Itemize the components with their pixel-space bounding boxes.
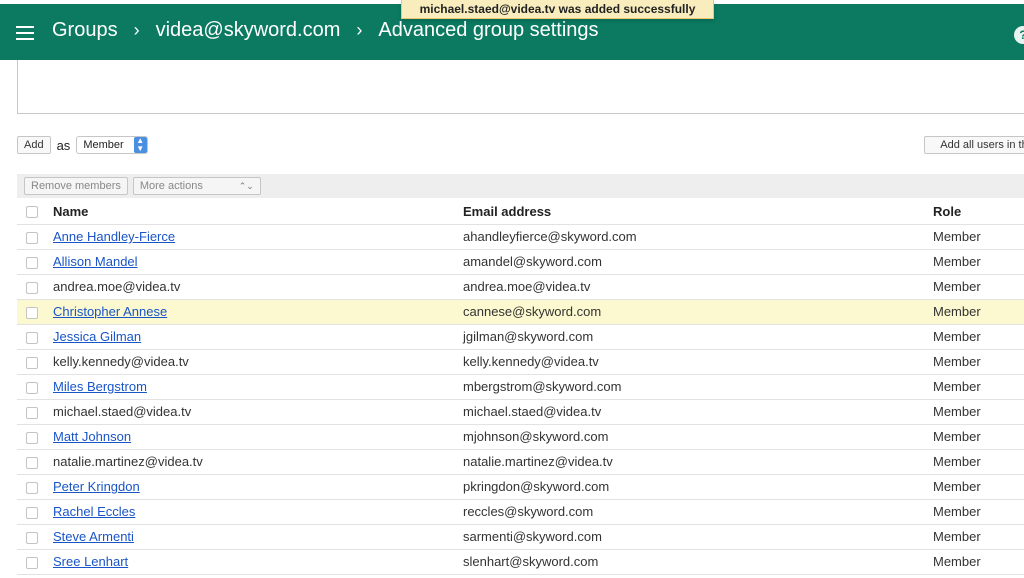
member-email: jgilman@skyword.com [463,324,933,350]
breadcrumb-separator: › [356,20,363,40]
table-row[interactable]: Allison Mandel amandel@skyword.com Member [17,249,1024,275]
row-checkbox[interactable] [26,306,38,319]
add-button[interactable]: Add [17,136,51,154]
member-role[interactable]: Member [933,224,1024,250]
role-select[interactable]: Member ▲ ▼ [76,136,148,154]
updown-arrows-icon: ⌃⌄ [238,181,254,191]
members-toolbar: Remove members More actions ⌃⌄ [17,174,1024,198]
breadcrumb: Groups › videa@skyword.com › Advanced gr… [52,19,599,42]
table-row[interactable]: Sree Lenhart slenhart@skyword.com Member [17,549,1024,575]
member-name: natalie.martinez@videa.tv [53,454,203,469]
table-row[interactable]: andrea.moe@videa.tv andrea.moe@videa.tv Me… [17,274,1024,300]
member-email: sarmenti@skyword.com [463,524,933,550]
row-checkbox[interactable] [26,431,38,444]
member-email: natalie.martinez@videa.tv [463,449,933,475]
breadcrumb-current-page: Advanced group settings [378,19,599,41]
breadcrumb-group-email[interactable]: videa@skyword.com [156,19,341,42]
member-email: reccles@skyword.com [463,499,933,525]
member-email: slenhart@skyword.com [463,549,933,575]
member-name-link[interactable]: Allison Mandel [53,254,138,269]
member-role[interactable]: Member [933,399,1024,425]
table-row[interactable]: Christopher Annese cannese@skyword.com Mem… [17,299,1024,325]
member-name-link[interactable]: Anne Handley-Fierce [53,229,175,244]
member-role[interactable]: Member [933,449,1024,475]
row-checkbox[interactable] [26,381,38,394]
remove-members-button[interactable]: Remove members [24,177,128,195]
member-name-link[interactable]: Steve Armenti [53,529,134,544]
success-toast: michael.staed@videa.tv was added success… [401,0,714,19]
table-row[interactable]: natalie.martinez@videa.tv natalie.martine… [17,449,1024,475]
member-name-link[interactable]: Peter Kringdon [53,479,140,494]
row-checkbox[interactable] [26,481,38,494]
member-name: kelly.kennedy@videa.tv [53,354,189,369]
row-checkbox[interactable] [26,531,38,544]
member-name: michael.staed@videa.tv [53,404,192,419]
member-email: andrea.moe@videa.tv [463,274,933,300]
role-select-value: Member [83,139,124,151]
column-header-email[interactable]: Email address [463,199,933,225]
select-arrows-icon: ▲ ▼ [133,137,147,153]
row-checkbox[interactable] [26,356,38,369]
member-name-link[interactable]: Sree Lenhart [53,554,128,569]
table-row[interactable]: Rachel Eccles reccles@skyword.com Member [17,499,1024,525]
member-email: pkringdon@skyword.com [463,474,933,500]
column-header-role[interactable]: Role [933,199,1024,225]
row-checkbox[interactable] [26,281,38,294]
member-role[interactable]: Member [933,524,1024,550]
members-table: Name Email address Role Anne Handley-Fie… [17,199,1024,575]
member-name-link[interactable]: Rachel Eccles [53,504,135,519]
table-row[interactable]: Steve Armenti sarmenti@skyword.com Member [17,524,1024,550]
add-members-textarea[interactable] [17,60,1024,114]
member-name-link[interactable]: Matt Johnson [53,429,131,444]
column-header-name[interactable]: Name [53,199,463,225]
member-email: mjohnson@skyword.com [463,424,933,450]
as-label: as [56,137,71,153]
member-role[interactable]: Member [933,474,1024,500]
member-email: mbergstrom@skyword.com [463,374,933,400]
add-members-bar: Add as Member ▲ ▼ [17,135,148,155]
breadcrumb-groups[interactable]: Groups [52,19,118,42]
member-email: amandel@skyword.com [463,249,933,275]
member-name-link[interactable]: Miles Bergstrom [53,379,147,394]
select-all-checkbox[interactable] [26,206,38,219]
table-row[interactable]: kelly.kennedy@videa.tv kelly.kennedy@vide… [17,349,1024,375]
member-role[interactable]: Member [933,299,1024,325]
member-email: ahandleyfierce@skyword.com [463,224,933,250]
member-email: michael.staed@videa.tv [463,399,933,425]
row-checkbox[interactable] [26,256,38,269]
row-checkbox[interactable] [26,406,38,419]
member-name: andrea.moe@videa.tv [53,279,181,294]
member-role[interactable]: Member [933,324,1024,350]
row-checkbox[interactable] [26,506,38,519]
table-row[interactable]: Jessica Gilman jgilman@skyword.com Member [17,324,1024,350]
table-row[interactable]: Peter Kringdon pkringdon@skyword.com Membe… [17,474,1024,500]
member-name-link[interactable]: Jessica Gilman [53,329,141,344]
table-header-row: Name Email address Role [17,199,1024,225]
row-checkbox[interactable] [26,331,38,344]
member-role[interactable]: Member [933,274,1024,300]
member-role[interactable]: Member [933,374,1024,400]
hamburger-menu-icon[interactable] [16,26,34,40]
table-row[interactable]: michael.staed@videa.tv michael.staed@vide… [17,399,1024,425]
table-row[interactable]: Miles Bergstrom mbergstrom@skyword.com Mem… [17,374,1024,400]
row-checkbox[interactable] [26,556,38,569]
member-role[interactable]: Member [933,424,1024,450]
member-role[interactable]: Member [933,549,1024,575]
member-email: cannese@skyword.com [463,299,933,325]
add-all-users-button[interactable]: Add all users in th [924,136,1024,154]
row-checkbox[interactable] [26,231,38,244]
more-actions-select[interactable]: More actions ⌃⌄ [132,177,261,195]
member-role[interactable]: Member [933,349,1024,375]
row-checkbox[interactable] [26,456,38,469]
member-role[interactable]: Member [933,499,1024,525]
more-actions-label: More actions [139,180,203,192]
breadcrumb-separator: › [133,20,140,40]
member-role[interactable]: Member [933,249,1024,275]
member-name-link[interactable]: Christopher Annese [53,304,167,319]
member-email: kelly.kennedy@videa.tv [463,349,933,375]
table-row[interactable]: Anne Handley-Fierce ahandleyfierce@skywor… [17,224,1024,250]
help-icon[interactable]: ? [1014,26,1024,44]
table-row[interactable]: Matt Johnson mjohnson@skyword.com Member [17,424,1024,450]
